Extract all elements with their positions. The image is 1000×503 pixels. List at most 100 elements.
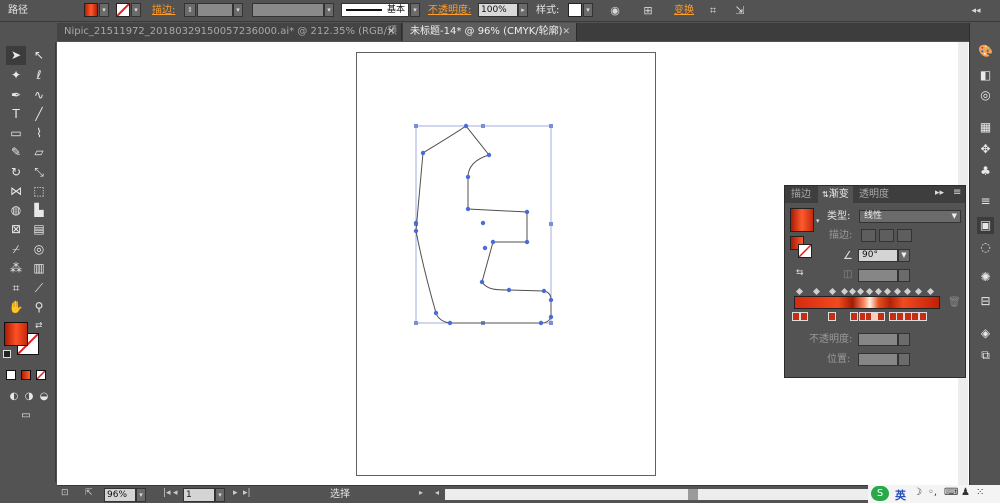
grid-icon[interactable]: ⁙ — [976, 487, 984, 498]
fill-swatch[interactable] — [84, 3, 98, 17]
scroll-left-icon[interactable]: ◂ — [435, 488, 439, 497]
gradient-thumbnail[interactable] — [790, 208, 814, 232]
magic-wand-icon[interactable]: ✦ — [6, 66, 26, 85]
stroke-gradient-opt1[interactable] — [861, 229, 876, 242]
stroke-gradient-opt3[interactable] — [897, 229, 912, 242]
stop-opacity-input[interactable] — [858, 333, 898, 346]
aspect-ratio-dropdown[interactable] — [898, 269, 910, 282]
transform-link[interactable]: 变换 — [674, 3, 694, 19]
gradient-type-select[interactable]: 线性 ▼ — [859, 210, 961, 223]
color-stop[interactable] — [911, 312, 919, 321]
shape-builder-icon[interactable]: ◍ — [6, 201, 26, 220]
opacity-dropdown[interactable]: ▸ — [518, 3, 528, 17]
color-mode-icon[interactable] — [6, 370, 16, 380]
blend-icon[interactable]: ◎ — [29, 240, 49, 259]
share-icon[interactable]: ⇱ — [85, 488, 93, 498]
midpoint-marker[interactable] — [840, 287, 849, 296]
status-menu-icon[interactable]: ▸ — [419, 488, 423, 497]
midpoint-marker[interactable] — [926, 287, 935, 296]
stroke-weight-input[interactable] — [197, 3, 233, 17]
close-icon[interactable]: ✕ — [387, 23, 395, 41]
transparency-icon[interactable]: ◌ — [977, 239, 994, 256]
color-stop[interactable] — [919, 312, 927, 321]
midpoint-marker[interactable] — [795, 287, 804, 296]
color-palette-icon[interactable]: 🎨 — [977, 43, 994, 60]
zoom-input[interactable]: 96% — [104, 488, 136, 502]
symbol-sprayer-icon[interactable]: ⁂ — [6, 259, 26, 278]
page-dropdown[interactable]: ▾ — [215, 488, 225, 502]
stroke-weight-dropdown[interactable]: ▾ — [233, 3, 243, 17]
stop-position-input[interactable] — [858, 353, 898, 366]
align-icon[interactable]: ⊞ — [640, 3, 656, 19]
midpoint-marker[interactable] — [828, 287, 837, 296]
punctuation-icon[interactable]: ◦, — [928, 487, 937, 498]
paintbrush-icon[interactable]: ⌇ — [29, 124, 49, 143]
anchor-points[interactable] — [413, 123, 554, 326]
stroke-dropdown[interactable]: ▾ — [131, 3, 141, 17]
screen-mode-icon[interactable]: ▭ — [16, 406, 36, 425]
tab-gradient[interactable]: ⇅渐变 — [818, 186, 853, 203]
selection-tool-icon[interactable]: ➤ — [6, 46, 26, 65]
stroke-gradient-opt2[interactable] — [879, 229, 894, 242]
stroke-panel-icon[interactable]: ≡ — [977, 193, 994, 210]
scroll-thumb[interactable] — [688, 489, 698, 500]
user-icon[interactable]: ♟ — [961, 487, 970, 498]
stroke-weight-stepper[interactable]: ⇕ — [184, 3, 196, 17]
midpoint-marker[interactable] — [865, 287, 874, 296]
zoom-icon[interactable]: ⚲ — [29, 298, 49, 317]
gradient-slider[interactable] — [794, 296, 940, 309]
default-colors-icon[interactable] — [3, 350, 11, 358]
color-guide-icon[interactable]: ◧ — [977, 67, 994, 84]
prev-page-icon[interactable]: ◂ — [173, 488, 178, 498]
isolate-icon[interactable]: ⌗ — [705, 3, 721, 19]
zoom-dropdown[interactable]: ▾ — [136, 488, 146, 502]
angle-input[interactable]: 90° — [858, 249, 898, 262]
fill-dropdown[interactable]: ▾ — [99, 3, 109, 17]
gradient-mode-icon[interactable] — [21, 370, 31, 380]
color-stop[interactable] — [896, 312, 904, 321]
pen-icon[interactable]: ✒ — [6, 86, 26, 105]
gradient-panel-icon[interactable]: ▣ — [977, 217, 994, 234]
graphic-styles-icon[interactable]: ✺ — [977, 269, 994, 286]
stroke-mini-swatch[interactable] — [798, 244, 812, 258]
artboard-nav-icon[interactable]: ⊡ — [61, 488, 69, 498]
direct-selection-icon[interactable]: ↖ — [29, 46, 49, 65]
midpoint-marker[interactable] — [848, 287, 857, 296]
pencil-icon[interactable]: ✎ — [6, 143, 26, 162]
opacity-label[interactable]: 不透明度: — [428, 3, 471, 19]
type-icon[interactable]: T — [6, 105, 26, 124]
mesh-icon[interactable]: ⊠ — [6, 220, 26, 239]
align-panel-icon[interactable]: ⊟ — [977, 293, 994, 310]
rotate-icon[interactable]: ↻ — [6, 163, 26, 182]
stop-position-dropdown[interactable] — [898, 353, 910, 366]
line-icon[interactable]: ╱ — [29, 105, 49, 124]
midpoint-marker[interactable] — [812, 287, 821, 296]
midpoint-marker[interactable] — [874, 287, 883, 296]
moon-icon[interactable]: ☽ — [913, 487, 922, 498]
appearance-icon[interactable]: ◎ — [977, 87, 994, 104]
keyboard-icon[interactable]: ⌨ — [944, 487, 958, 498]
tab-transparency[interactable]: 透明度 — [855, 186, 893, 203]
rectangle-icon[interactable]: ▭ — [6, 124, 26, 143]
panel-collapse-icon[interactable]: ◂◂ — [968, 3, 984, 19]
midpoint-marker[interactable] — [856, 287, 865, 296]
recolor-icon[interactable]: ◉ — [607, 3, 623, 19]
stop-opacity-dropdown[interactable] — [898, 333, 910, 346]
stroke-swatch[interactable] — [116, 3, 130, 17]
close-icon[interactable]: ✕ — [562, 23, 570, 41]
last-page-icon[interactable]: ▸| — [243, 488, 251, 498]
curvature-icon[interactable]: ∿ — [29, 86, 49, 105]
ime-language[interactable]: 英 — [895, 487, 906, 503]
arrange-icon[interactable]: ⇲ — [732, 3, 748, 19]
trash-icon[interactable]: 🗑 — [948, 297, 961, 308]
color-stop[interactable] — [877, 312, 885, 321]
eraser-icon[interactable]: ▱ — [29, 143, 49, 162]
color-stop[interactable] — [792, 312, 800, 321]
page-input[interactable]: 1 — [183, 488, 215, 502]
brushes-icon[interactable]: ✥ — [977, 141, 994, 158]
midpoint-marker[interactable] — [893, 287, 902, 296]
aspect-ratio-input[interactable] — [858, 269, 898, 282]
tab-nipic[interactable]: Nipic_21511972_20180329150057236000.ai* … — [57, 23, 402, 55]
panel-menu-icon[interactable]: ≡ — [953, 187, 961, 198]
variable-width-select[interactable] — [252, 3, 324, 17]
